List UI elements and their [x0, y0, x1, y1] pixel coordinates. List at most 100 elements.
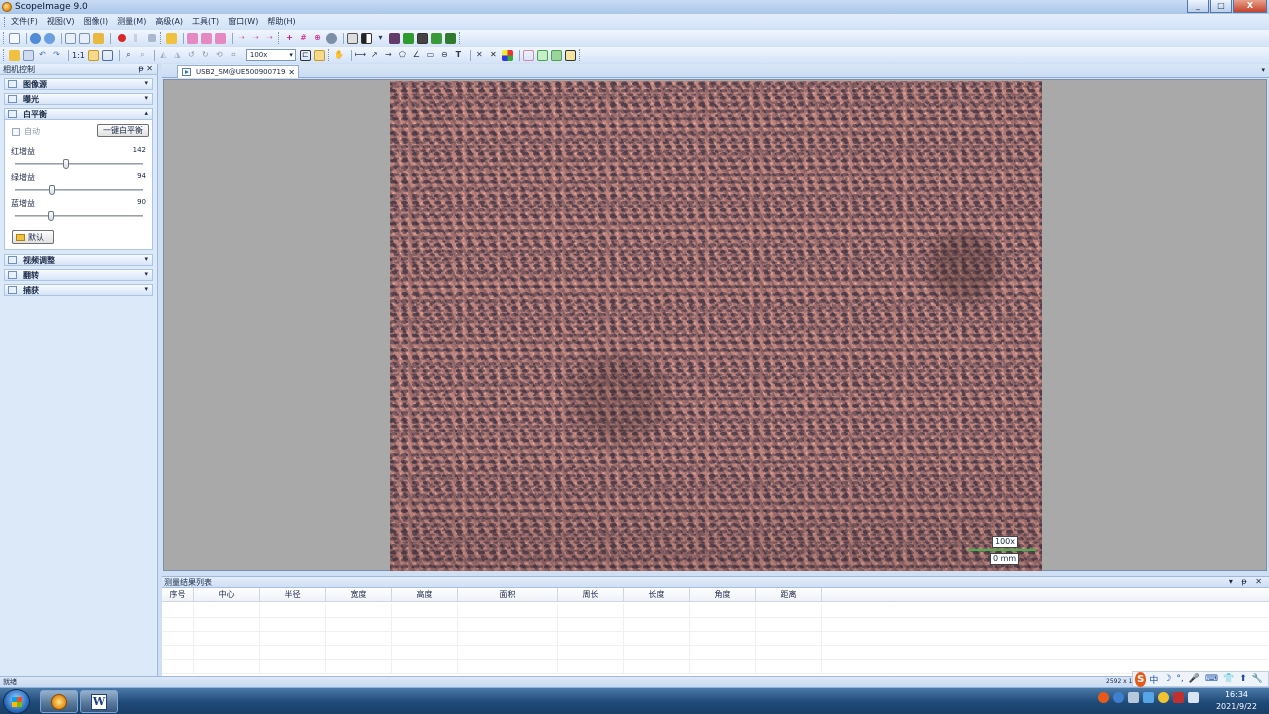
text-icon[interactable]: T — [453, 50, 464, 61]
start-button[interactable] — [3, 689, 30, 714]
maximize-button[interactable]: □ — [1210, 0, 1232, 13]
align-left-icon[interactable] — [187, 32, 198, 44]
arrow-right-icon[interactable]: ➝ — [236, 33, 247, 44]
red-gain-thumb[interactable] — [63, 159, 69, 169]
rotate-left-icon[interactable]: ↺ — [186, 50, 197, 61]
toolbar-grip[interactable] — [3, 49, 6, 61]
table-row[interactable] — [162, 646, 1269, 660]
sogou-logo-icon[interactable]: S — [1135, 671, 1147, 687]
taskbar-scopeimage[interactable] — [40, 690, 78, 713]
column-header[interactable]: 宽度 — [326, 588, 392, 601]
redo-icon[interactable]: ↷ — [51, 50, 62, 61]
image-adjust-icon[interactable] — [347, 32, 358, 44]
rotate-right-icon[interactable]: ↻ — [200, 50, 211, 61]
open-file-icon[interactable] — [9, 49, 20, 61]
table-icon[interactable] — [564, 49, 576, 61]
zoom-select[interactable]: 100x — [245, 49, 296, 61]
menu-measure[interactable]: 测量(M) — [117, 16, 146, 27]
arrow-measure-icon[interactable]: → — [383, 50, 394, 61]
column-header[interactable]: 周长 — [558, 588, 624, 601]
ime-moon-icon[interactable]: ☽ — [1163, 674, 1171, 684]
target-icon[interactable]: ⊕ — [312, 33, 323, 44]
angle-icon[interactable]: ∠ — [411, 50, 422, 61]
pause-icon[interactable]: ‖ — [130, 33, 141, 44]
ruler-icon[interactable]: ⊏ — [299, 49, 311, 61]
overlay-icon[interactable] — [417, 32, 428, 44]
align-center-icon[interactable] — [201, 32, 212, 44]
ratio-button[interactable]: 1:1 — [72, 51, 85, 60]
crop-icon[interactable]: ⌗ — [228, 50, 239, 61]
green-filter-icon[interactable] — [403, 32, 414, 44]
section-image-source[interactable]: 图像源 ▾ — [4, 78, 153, 90]
play-icon[interactable] — [30, 32, 41, 44]
ime-keyboard-icon[interactable]: ⌨ — [1205, 674, 1218, 684]
layout-icon[interactable] — [522, 49, 534, 61]
toolbar-grip[interactable] — [327, 49, 331, 61]
measure-color-icon[interactable] — [501, 49, 513, 61]
column-header[interactable]: 半径 — [260, 588, 326, 601]
auto-checkbox[interactable]: 自动 — [12, 126, 40, 137]
blue-gain-thumb[interactable] — [48, 211, 54, 221]
column-header[interactable]: 序号 — [162, 588, 194, 601]
ime-punctuation-icon[interactable]: °, — [1176, 674, 1183, 684]
microscope-image[interactable] — [390, 81, 1042, 571]
tray-network-icon[interactable] — [1173, 692, 1184, 703]
toolbar-grip[interactable] — [278, 32, 281, 44]
section-exposure[interactable]: 曝光 ▾ — [4, 93, 153, 105]
stop-icon[interactable] — [148, 34, 156, 42]
zoom-in-icon[interactable]: ⌕ — [123, 50, 134, 61]
red-gain-slider[interactable] — [15, 159, 143, 169]
histogram-icon[interactable] — [389, 32, 400, 44]
rectangle-icon[interactable]: ▭ — [425, 50, 436, 61]
dropdown-arrow-icon[interactable]: ▾ — [375, 33, 386, 44]
scale-bar[interactable]: 100x 0 mm — [968, 536, 1038, 576]
calibrate-icon[interactable] — [313, 49, 325, 61]
section-video-adjust[interactable]: 视频调整 ▾ — [4, 254, 153, 266]
column-header[interactable]: 高度 — [392, 588, 458, 601]
circle-icon[interactable]: ⊖ — [439, 50, 450, 61]
export-dark-icon[interactable] — [445, 32, 456, 44]
ime-toolbar[interactable]: S 中 ☽ °, 🎤 ⌨ 👕 ⬆ 🔧 — [1132, 671, 1269, 687]
toolbar-grip[interactable] — [578, 49, 582, 61]
arrow-double-icon[interactable]: ➝ — [250, 33, 261, 44]
tray-volume-icon[interactable] — [1188, 692, 1199, 703]
polygon-icon[interactable]: ⬠ — [397, 50, 408, 61]
color-picker-icon[interactable] — [326, 32, 337, 44]
column-header[interactable]: 长度 — [624, 588, 690, 601]
arrow-end-icon[interactable]: ➝ — [264, 33, 275, 44]
menu-advanced[interactable]: 高级(A) — [155, 16, 183, 27]
close-button[interactable]: X — [1233, 0, 1267, 13]
menu-grip[interactable] — [4, 16, 6, 27]
rotate-free-icon[interactable]: ⟲ — [214, 50, 225, 61]
toolbar-grip[interactable] — [160, 32, 163, 44]
menu-tools[interactable]: 工具(T) — [192, 16, 219, 27]
menu-help[interactable]: 帮助(H) — [267, 16, 295, 27]
table-row[interactable] — [162, 618, 1269, 632]
align-right-icon[interactable] — [215, 32, 226, 44]
delete-measure-icon[interactable]: ✕ — [474, 50, 485, 61]
table-row[interactable] — [162, 632, 1269, 646]
flip-vertical-icon[interactable]: ◮ — [172, 50, 183, 61]
open-folder-icon[interactable] — [166, 32, 177, 44]
section-flip[interactable]: 翻转 ▾ — [4, 269, 153, 281]
ime-wrench-icon[interactable]: 🔧 — [1252, 674, 1263, 684]
column-header[interactable]: 角度 — [690, 588, 756, 601]
minimize-button[interactable]: _ — [1187, 0, 1209, 13]
tab-close-icon[interactable]: ✕ — [288, 68, 295, 77]
hand-pan-icon[interactable]: ✋ — [334, 50, 345, 61]
green-gain-slider[interactable] — [15, 185, 143, 195]
green-gain-thumb[interactable] — [49, 185, 55, 195]
panel-pin-close[interactable]: ᵽ ✕ — [138, 64, 153, 73]
section-white-balance[interactable]: 白平衡 ▴ — [4, 108, 153, 120]
one-key-white-balance-button[interactable]: 一键白平衡 — [97, 124, 149, 137]
menu-window[interactable]: 窗口(W) — [228, 16, 258, 27]
column-header[interactable]: 距离 — [756, 588, 822, 601]
table-row[interactable] — [162, 604, 1269, 618]
fit-window-icon[interactable] — [87, 49, 99, 61]
ime-microphone-icon[interactable]: 🎤 — [1189, 674, 1200, 684]
menu-view[interactable]: 视图(V) — [47, 16, 75, 27]
ime-skin-icon[interactable]: 👕 — [1223, 674, 1234, 684]
toolbar-grip[interactable] — [3, 32, 6, 44]
tray-help-icon[interactable] — [1113, 692, 1124, 703]
burst-snapshot-icon[interactable] — [79, 32, 90, 44]
